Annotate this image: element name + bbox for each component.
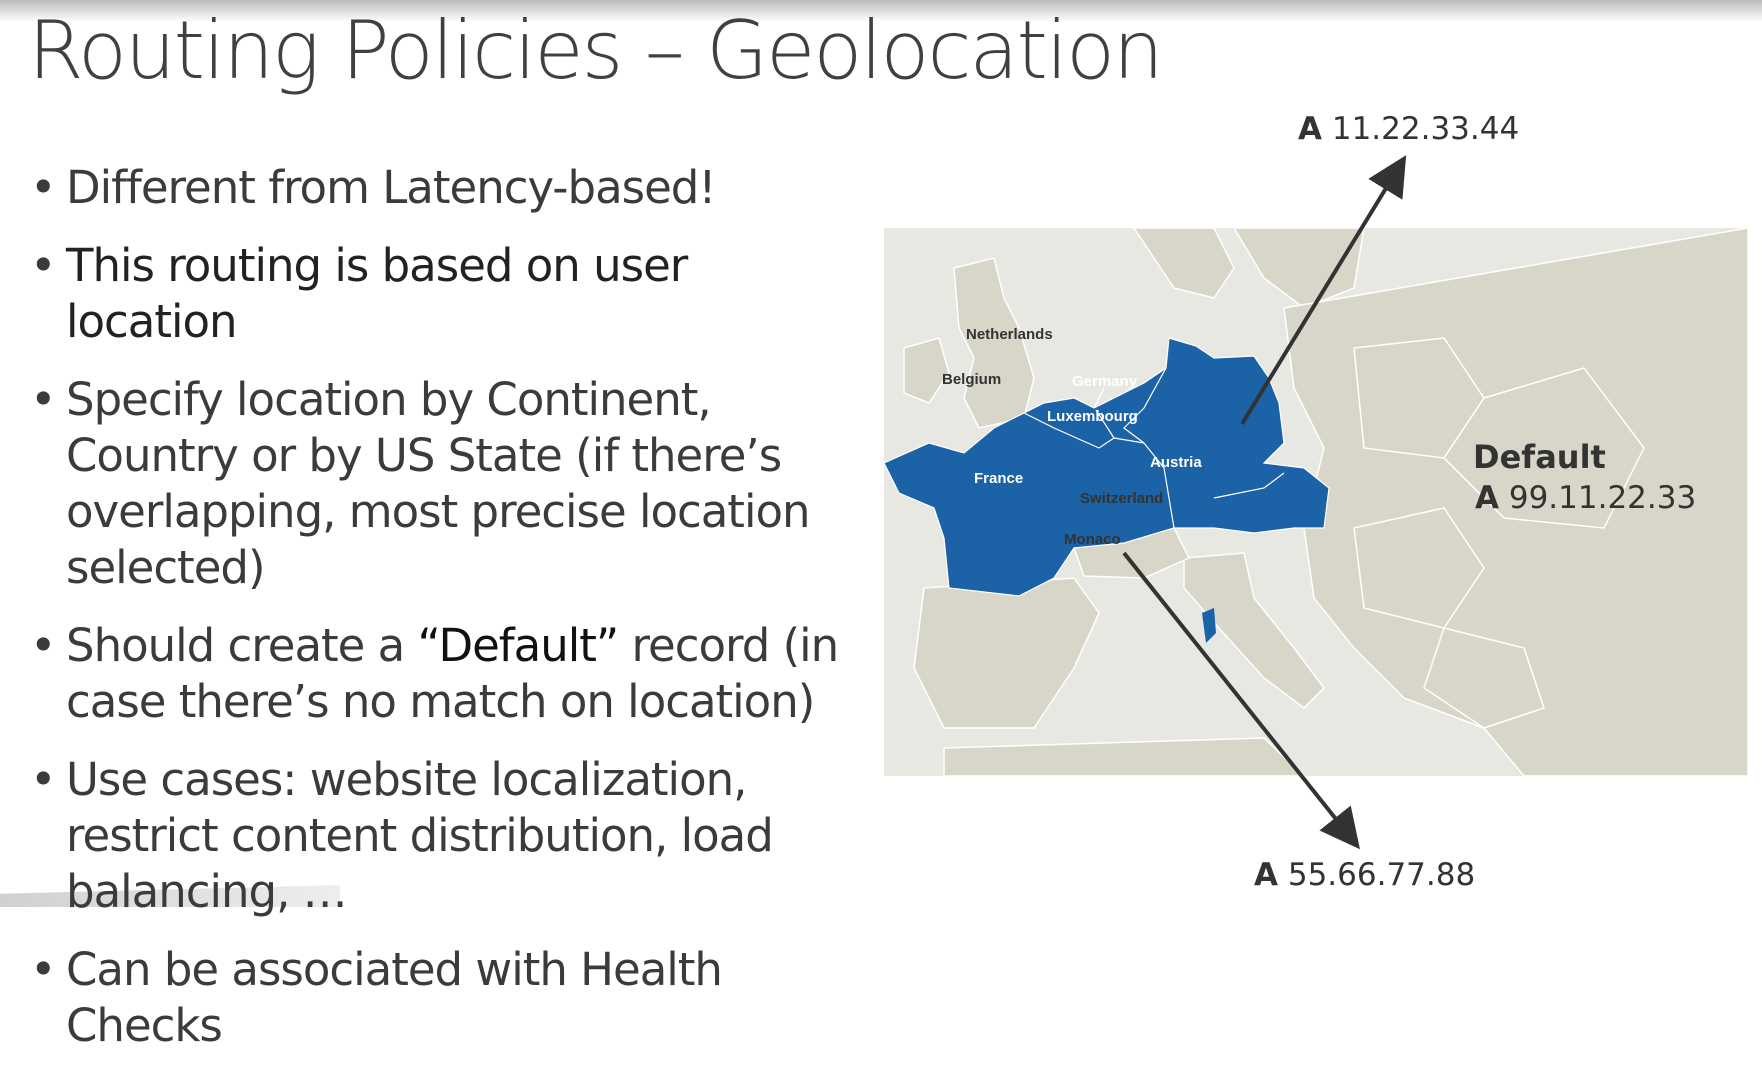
record-ip: 55.66.77.88 xyxy=(1287,857,1476,893)
record-bottom: A 55.66.77.88 xyxy=(1254,857,1475,893)
bullet-item: Can be associated with Health Checks xyxy=(30,942,870,1054)
bullet-text: Can be associated with Health Checks xyxy=(66,943,723,1052)
record-type: A xyxy=(1254,857,1278,893)
record-top: A 11.22.33.44 xyxy=(1298,111,1519,147)
arrow-germany xyxy=(1240,155,1407,426)
record-ip: 11.22.33.44 xyxy=(1331,111,1520,147)
arrow-france xyxy=(1122,551,1360,850)
record-type: A xyxy=(1298,111,1322,147)
